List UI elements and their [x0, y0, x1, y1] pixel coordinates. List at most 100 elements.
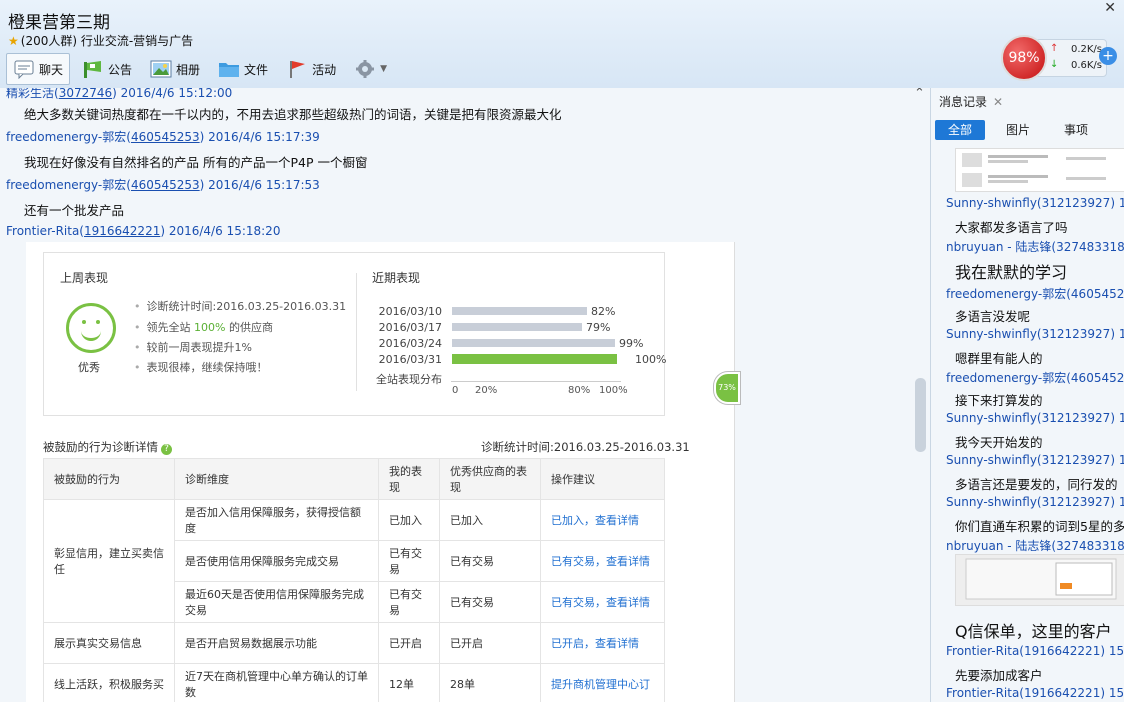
mine-cell: 已有交易 — [378, 540, 440, 582]
window-header: 橙果营第三期 ★ (200人群) 行业交流-营销与广告 ✕ 聊天 公告 相册 文件 — [0, 0, 1124, 88]
bar-value: 79% — [586, 321, 611, 334]
plus-icon[interactable]: + — [1099, 47, 1117, 65]
bullet-item: 表现很棒，继续保持哦！ — [134, 359, 268, 375]
divider — [356, 273, 357, 391]
diag-period: 诊断统计时间:2016.03.25-2016.03.31 — [481, 440, 690, 454]
action-link[interactable]: 已有交易，查看详情 — [540, 540, 665, 582]
history-entry-header[interactable]: Frontier-Rita(1916642221) 15:55 — [946, 644, 1124, 658]
category-cell: 彰显信用，建立买卖信任 — [43, 499, 175, 623]
best-cell: 已开启 — [439, 622, 541, 664]
message-text: 还有一个批发产品 — [24, 203, 125, 218]
dimension-cell: 最近60天是否使用信用保障服务完成交易 — [174, 581, 379, 623]
sender-qq[interactable]: 460545253 — [131, 178, 200, 192]
help-icon[interactable]: ? — [161, 444, 172, 455]
bullet-item: 较前一周表现提升1% — [134, 339, 252, 355]
dimension-cell: 是否加入信用保障服务，获得授信额度 — [174, 499, 379, 541]
axis-line — [451, 381, 621, 382]
sender-qq[interactable]: 1916642221 — [84, 224, 160, 238]
bar-value: 99% — [619, 337, 644, 350]
table-row: 线上活跃，积极服务买 近7天在商机管理中心单方确认的订单数 12单 28单 提升… — [43, 663, 665, 702]
sender-qq[interactable]: 460545253 — [131, 130, 200, 144]
shared-screenshot[interactable]: 上周表现 优秀 诊断统计时间:2016.03.25-2016.03.31 领先全… — [26, 242, 735, 702]
history-entry-header[interactable]: freedomenergy-郭宏(460545253 — [946, 369, 1124, 386]
group-title: 橙果营第三期 — [8, 13, 110, 33]
history-entry-text: 先要添加成客户 — [955, 668, 1043, 683]
message-header: freedomenergy-郭宏(460545253) 2016/4/6 15:… — [6, 130, 320, 144]
toolbar: 聊天 公告 相册 文件 活动 ▼ — [6, 52, 399, 86]
activity-tab[interactable]: 活动 — [280, 54, 342, 84]
sender-name[interactable]: Frontier-Rita — [6, 224, 79, 238]
memory-percent: 98% — [1001, 35, 1047, 81]
message-text: 我现在好像没有自然排名的产品 所有的产品一个P4P 一个橱窗 — [24, 155, 368, 170]
message-time: 2016/4/6 15:17:53 — [208, 178, 320, 192]
settings-menu[interactable]: ▼ — [348, 54, 393, 84]
group-subtitle-text: (200人群) 行业交流-营销与广告 — [20, 34, 194, 48]
diagnosis-table: 被鼓励的行为 诊断维度 我的表现 优秀供应商的表现 操作建议 彰显信用，建立买卖… — [43, 458, 665, 702]
group-subtitle: ★ (200人群) 行业交流-营销与广告 — [8, 32, 193, 49]
album-tab[interactable]: 相册 — [144, 54, 206, 84]
site-label: 全站表现分布 — [376, 373, 442, 386]
download-speed: 0.6K/s — [1070, 60, 1102, 71]
sender-name[interactable]: 精彩生活 — [6, 88, 54, 100]
message-header: freedomenergy-郭宏(460545253) 2016/4/6 15:… — [6, 178, 320, 192]
best-cell: 28单 — [439, 663, 541, 702]
image-thumbnail[interactable] — [955, 554, 1124, 606]
notice-tab[interactable]: 公告 — [76, 54, 138, 84]
speed-widget[interactable]: ↑ 0.2K/s ↓ 0.6K/s 98% + — [999, 33, 1123, 81]
chevron-down-icon: ▼ — [380, 64, 387, 74]
scrollbar[interactable] — [915, 378, 926, 452]
mine-cell: 已开启 — [378, 622, 440, 664]
bar-label: 2016/03/24 — [378, 337, 442, 350]
diag-title-text: 被鼓励的行为诊断详情 — [43, 440, 158, 454]
sender-qq[interactable]: 3072746 — [59, 88, 112, 100]
history-entry-header[interactable]: Sunny-shwinfly(312123927) 15:4 — [946, 453, 1124, 467]
bar-label: 2016/03/10 — [378, 305, 442, 318]
axis-tick: 20% — [475, 385, 498, 396]
column-header: 被鼓励的行为 — [43, 458, 175, 500]
column-header: 操作建议 — [540, 458, 665, 500]
bar — [452, 323, 582, 331]
action-link[interactable]: 已加入，查看详情 — [540, 499, 665, 541]
gear-icon — [354, 59, 376, 79]
history-tab[interactable]: 消息记录 ✕ — [939, 93, 1003, 110]
history-entry-header[interactable]: nbruyuan - 陆志锋(327483318) 1 — [946, 537, 1124, 554]
smiley-icon — [66, 303, 116, 353]
history-entry-header[interactable]: Frontier-Rita(1916642221) 15:56 — [946, 686, 1124, 700]
percent-badge[interactable]: 73% — [714, 372, 740, 404]
flag-icon — [286, 59, 308, 79]
action-link[interactable]: 提升商机管理中心订 — [540, 663, 665, 702]
history-entry-header[interactable]: Sunny-shwinfly(312123927) 15:4 — [946, 327, 1124, 341]
image-thumbnail[interactable] — [955, 148, 1124, 192]
history-entry-text: 嗯群里有能人的 — [955, 351, 1043, 366]
files-tab[interactable]: 文件 — [212, 54, 274, 84]
filter-items[interactable]: 事项 — [1051, 120, 1101, 140]
collapse-icon[interactable]: ⌃ — [914, 88, 928, 100]
star-icon: ★ — [8, 34, 19, 48]
filter-all[interactable]: 全部 — [935, 120, 985, 140]
mine-cell: 12单 — [378, 663, 440, 702]
axis-tick: 100% — [599, 385, 628, 396]
notice-tab-label: 公告 — [108, 62, 133, 77]
bar-value: 82% — [591, 305, 616, 318]
chat-area: ⌃ 精彩生活(3072746) 2016/4/6 15:12:00 绝大多数关键… — [0, 88, 930, 702]
action-link[interactable]: 已开启，查看详情 — [540, 622, 665, 664]
history-entry-header[interactable]: freedomenergy-郭宏(460545253 — [946, 285, 1124, 302]
sender-name[interactable]: freedomenergy-郭宏 — [6, 130, 126, 144]
axis-tick: 0 — [452, 385, 459, 396]
history-entry-header[interactable]: Sunny-shwinfly(312123927) 15:4 — [946, 495, 1124, 509]
history-panel: 消息记录 ✕ 全部 图片 事项 Sunny-shwinfly(312123927)… — [930, 88, 1124, 702]
history-entry-header[interactable]: Sunny-shwinfly(312123927) 15:4 — [946, 196, 1124, 210]
history-entry-header[interactable]: Sunny-shwinfly(312123927) 15:4 — [946, 411, 1124, 425]
folder-icon — [218, 59, 240, 79]
activity-tab-label: 活动 — [312, 62, 337, 77]
action-link[interactable]: 已有交易，查看详情 — [540, 581, 665, 623]
close-icon[interactable]: ✕ — [1104, 0, 1116, 16]
chat-tab[interactable]: 聊天 — [6, 53, 71, 85]
history-entry-header[interactable]: nbruyuan - 陆志锋(327483318) 1 — [946, 238, 1124, 255]
category-cell: 展示真实交易信息 — [43, 622, 175, 664]
close-icon[interactable]: ✕ — [993, 95, 1003, 109]
sender-name[interactable]: freedomenergy-郭宏 — [6, 178, 126, 192]
filter-images[interactable]: 图片 — [993, 120, 1043, 140]
grade-label: 优秀 — [78, 361, 100, 374]
bullet-item: 领先全站 100% 的供应商 — [134, 319, 273, 335]
